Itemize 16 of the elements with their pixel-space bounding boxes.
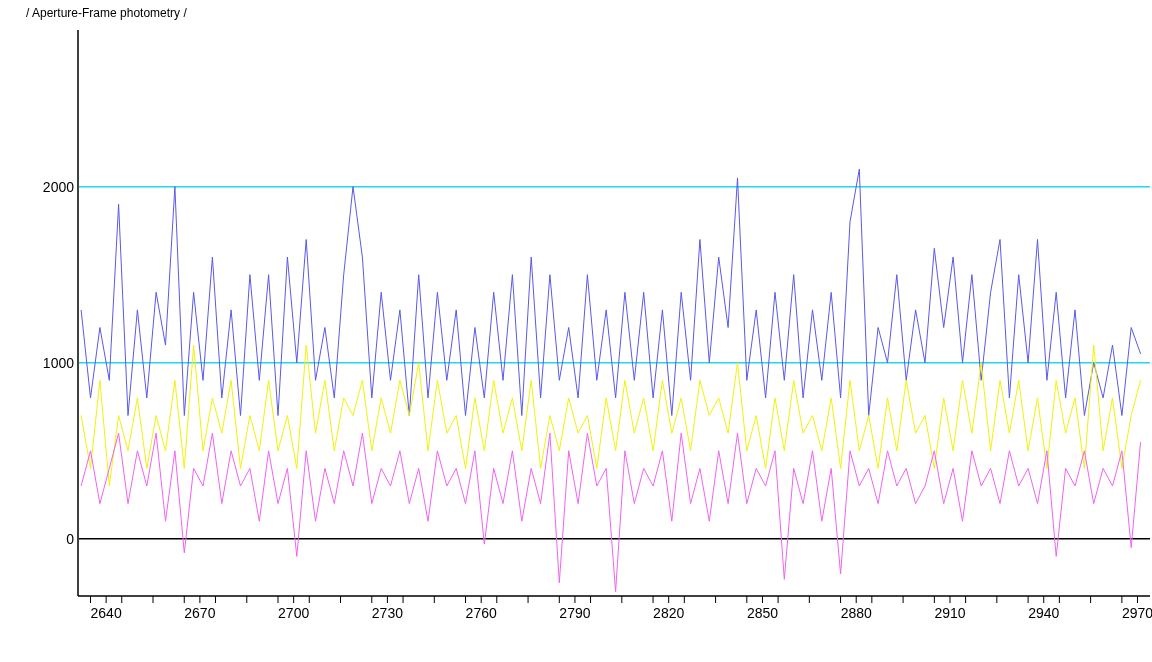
x-axis-label: 2880: [840, 605, 872, 621]
x-axis-label: 2730: [371, 605, 403, 621]
x-axis-label: 2760: [465, 605, 497, 621]
y-axis-label: 2000: [42, 178, 74, 195]
x-axis-label: 2970: [1121, 605, 1152, 621]
x-axis-label: 2850: [746, 605, 779, 621]
x-axis-label: 2820: [653, 605, 685, 621]
x-axis-label: 2940: [1028, 605, 1060, 621]
y-axis-label: 0: [66, 530, 74, 547]
x-axis-label: 2640: [90, 605, 122, 621]
x-axis-label: 2790: [559, 605, 591, 621]
x-axis-label: 2670: [184, 605, 216, 621]
x-axis-label: 2910: [934, 605, 966, 621]
y-axis-label: 1000: [42, 354, 74, 371]
x-axis-label: 2700: [278, 605, 310, 621]
chart-title: / Aperture-Frame photometry /: [26, 6, 187, 20]
